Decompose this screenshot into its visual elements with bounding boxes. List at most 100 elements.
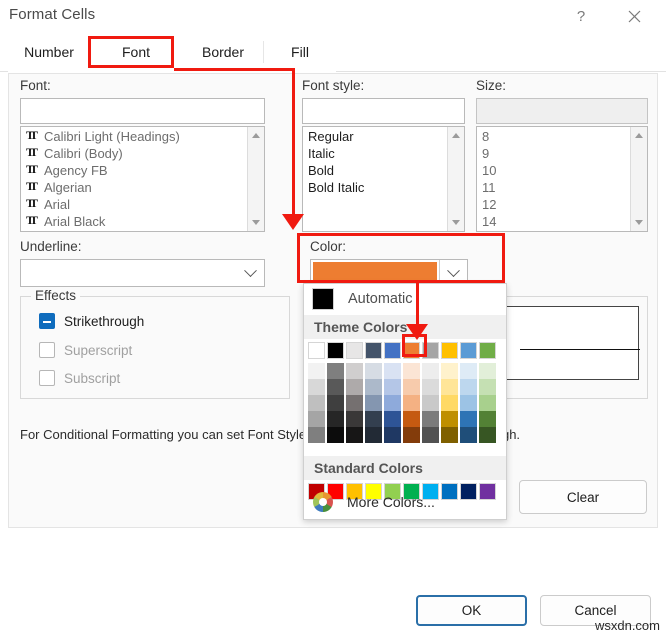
scroll-up-arrow-icon[interactable] xyxy=(631,127,647,144)
list-item[interactable]: 8 xyxy=(477,128,630,145)
list-item[interactable]: Calibri Light (Headings) xyxy=(21,128,247,145)
theme-color-variant-swatch[interactable] xyxy=(441,411,458,427)
theme-color-swatch[interactable] xyxy=(346,342,363,359)
theme-color-variant-swatch[interactable] xyxy=(479,427,496,443)
font-list-scrollbar[interactable] xyxy=(247,127,264,231)
checkbox-subscript[interactable]: Subscript xyxy=(39,370,120,386)
tab-border[interactable]: Border xyxy=(182,32,264,72)
theme-color-variant-swatch[interactable] xyxy=(308,363,325,379)
theme-color-variant-swatch[interactable] xyxy=(441,427,458,443)
theme-color-variant-swatch[interactable] xyxy=(384,395,401,411)
theme-color-variant-swatch[interactable] xyxy=(365,363,382,379)
tab-font[interactable]: Font xyxy=(90,32,182,72)
theme-color-variant-swatch[interactable] xyxy=(422,363,439,379)
theme-color-variant-swatch[interactable] xyxy=(460,411,477,427)
theme-color-swatch[interactable] xyxy=(422,342,439,359)
theme-color-swatch[interactable] xyxy=(460,342,477,359)
theme-color-variant-swatch[interactable] xyxy=(365,427,382,443)
list-item[interactable]: Italic xyxy=(303,145,447,162)
theme-color-variant-swatch[interactable] xyxy=(422,411,439,427)
list-item[interactable]: Regular xyxy=(303,128,447,145)
theme-color-variant-swatch[interactable] xyxy=(327,427,344,443)
theme-color-swatch[interactable] xyxy=(384,342,401,359)
theme-color-variant-swatch[interactable] xyxy=(441,379,458,395)
theme-color-variant-swatch[interactable] xyxy=(422,379,439,395)
checkbox-indicator[interactable] xyxy=(39,342,55,358)
size-list-scrollbar[interactable] xyxy=(630,127,647,231)
theme-color-variant-swatch[interactable] xyxy=(384,427,401,443)
list-item[interactable]: 11 xyxy=(477,179,630,196)
theme-color-variant-swatch[interactable] xyxy=(403,363,420,379)
underline-combobox[interactable] xyxy=(20,259,265,287)
scroll-up-arrow-icon[interactable] xyxy=(248,127,264,144)
theme-color-variant-swatch[interactable] xyxy=(327,395,344,411)
font-listbox[interactable]: Calibri Light (Headings) Calibri (Body) … xyxy=(20,126,265,232)
theme-color-swatch[interactable] xyxy=(403,342,420,359)
theme-color-variant-swatch[interactable] xyxy=(346,427,363,443)
theme-color-variant-swatch[interactable] xyxy=(441,395,458,411)
theme-color-variant-swatch[interactable] xyxy=(384,363,401,379)
theme-color-variant-swatch[interactable] xyxy=(308,427,325,443)
theme-color-variant-swatch[interactable] xyxy=(460,363,477,379)
theme-color-variant-swatch[interactable] xyxy=(460,395,477,411)
theme-color-variant-swatch[interactable] xyxy=(479,379,496,395)
scroll-up-arrow-icon[interactable] xyxy=(448,127,464,144)
theme-color-variant-swatch[interactable] xyxy=(327,411,344,427)
list-item[interactable]: Bold Italic xyxy=(303,179,447,196)
color-dropdown-popup[interactable]: Automatic Theme Colors Standard Colors M… xyxy=(303,283,507,520)
size-listbox[interactable]: 8 9 10 11 12 14 xyxy=(476,126,648,232)
theme-color-variant-swatch[interactable] xyxy=(346,363,363,379)
checkbox-superscript[interactable]: Superscript xyxy=(39,342,132,358)
scroll-down-arrow-icon[interactable] xyxy=(448,214,464,231)
list-item[interactable]: 10 xyxy=(477,162,630,179)
theme-color-variant-swatch[interactable] xyxy=(479,395,496,411)
checkbox-indicator[interactable] xyxy=(39,313,55,329)
scroll-down-arrow-icon[interactable] xyxy=(248,214,264,231)
theme-color-variant-swatch[interactable] xyxy=(479,363,496,379)
theme-color-variant-swatch[interactable] xyxy=(346,379,363,395)
theme-color-variant-swatch[interactable] xyxy=(308,379,325,395)
more-colors-option[interactable]: More Colors... xyxy=(304,488,506,516)
theme-color-swatch[interactable] xyxy=(327,342,344,359)
clear-button[interactable]: Clear xyxy=(519,480,647,514)
list-item[interactable]: Arial Black xyxy=(21,213,247,230)
theme-color-swatch[interactable] xyxy=(308,342,325,359)
font-style-scrollbar[interactable] xyxy=(447,127,464,231)
list-item[interactable]: Algerian xyxy=(21,179,247,196)
tab-fill[interactable]: Fill xyxy=(264,32,336,72)
theme-color-variant-swatch[interactable] xyxy=(346,395,363,411)
theme-color-variant-swatch[interactable] xyxy=(384,411,401,427)
theme-color-variant-swatch[interactable] xyxy=(422,427,439,443)
list-item[interactable]: 12 xyxy=(477,196,630,213)
ok-button[interactable]: OK xyxy=(416,595,527,626)
theme-color-swatch[interactable] xyxy=(479,342,496,359)
theme-color-variant-swatch[interactable] xyxy=(403,411,420,427)
list-item[interactable]: 9 xyxy=(477,145,630,162)
automatic-color-option[interactable]: Automatic xyxy=(304,284,506,314)
theme-color-variant-swatch[interactable] xyxy=(441,363,458,379)
theme-color-variant-swatch[interactable] xyxy=(365,411,382,427)
list-item[interactable]: Agency FB xyxy=(21,162,247,179)
help-icon[interactable]: ? xyxy=(558,0,604,32)
theme-color-variant-swatch[interactable] xyxy=(384,379,401,395)
close-icon[interactable] xyxy=(611,0,657,32)
font-style-input[interactable] xyxy=(302,98,465,124)
theme-color-variant-swatch[interactable] xyxy=(403,379,420,395)
theme-color-variant-swatch[interactable] xyxy=(308,411,325,427)
list-item[interactable]: 14 xyxy=(477,213,630,230)
checkbox-indicator[interactable] xyxy=(39,370,55,386)
theme-color-variant-swatch[interactable] xyxy=(403,395,420,411)
theme-color-variant-swatch[interactable] xyxy=(346,411,363,427)
scroll-down-arrow-icon[interactable] xyxy=(631,214,647,231)
checkbox-strikethrough[interactable]: Strikethrough xyxy=(39,313,144,329)
size-input[interactable] xyxy=(476,98,648,124)
list-item[interactable]: Arial xyxy=(21,196,247,213)
theme-color-variant-swatch[interactable] xyxy=(308,395,325,411)
chevron-down-icon[interactable] xyxy=(236,260,264,286)
theme-color-variant-swatch[interactable] xyxy=(327,379,344,395)
tab-number[interactable]: Number xyxy=(8,32,90,72)
theme-color-variant-swatch[interactable] xyxy=(327,363,344,379)
theme-color-variant-swatch[interactable] xyxy=(365,395,382,411)
theme-color-swatch[interactable] xyxy=(441,342,458,359)
list-item[interactable]: Bold xyxy=(303,162,447,179)
